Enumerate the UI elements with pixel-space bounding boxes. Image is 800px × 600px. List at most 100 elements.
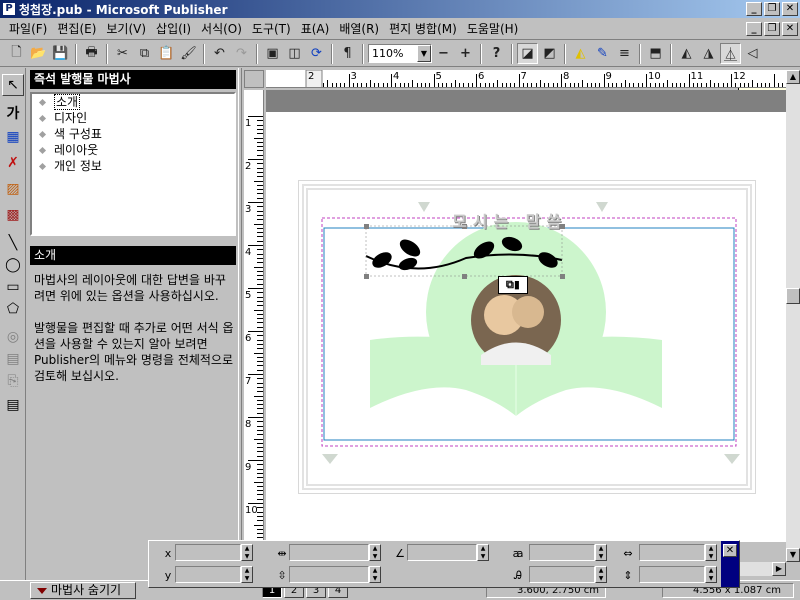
menu-view[interactable]: 보기(V)	[101, 20, 151, 37]
special-characters-icon[interactable]: ¶	[337, 43, 358, 64]
menu-edit[interactable]: 편집(E)	[52, 20, 101, 37]
undo-icon[interactable]: ↶	[209, 43, 230, 64]
wizard-step-design[interactable]: 디자인	[32, 110, 234, 126]
ruler-origin[interactable]	[244, 70, 264, 88]
menu-tools[interactable]: 도구(T)	[247, 20, 296, 37]
width-spinner[interactable]: ▲ ▼	[369, 544, 381, 561]
format-painter-icon[interactable]: 🖌	[178, 43, 199, 64]
design-gallery-icon[interactable]: ▤	[2, 394, 24, 416]
wizard-step-intro[interactable]: 소개	[32, 94, 234, 110]
flip-vertical-icon[interactable]: ◁	[742, 43, 763, 64]
wizard-step-color-scheme[interactable]: 색 구성표	[32, 126, 234, 142]
menu-table[interactable]: 표(A)	[296, 20, 335, 37]
close-button[interactable]: ✕	[782, 2, 798, 16]
menu-format[interactable]: 서식(O)	[196, 20, 247, 37]
pointer-tool-icon[interactable]: ↖	[2, 74, 24, 96]
paste-icon[interactable]: 📋	[156, 43, 177, 64]
custom-shapes-icon[interactable]: ⬠	[2, 298, 24, 320]
fill-color-icon[interactable]: ◭	[570, 43, 591, 64]
restore-button[interactable]: ❐	[764, 2, 780, 16]
x-spinner[interactable]: ▲ ▼	[241, 544, 253, 561]
print-icon[interactable]: 🖶	[81, 43, 102, 64]
line-spacing-field[interactable]	[639, 566, 705, 583]
minimize-button[interactable]: _	[746, 2, 762, 16]
char-spacing-spinner[interactable]: ▲ ▼	[595, 544, 607, 561]
menu-arrange[interactable]: 배열(R)	[334, 20, 384, 37]
font-scale-field[interactable]	[529, 566, 595, 583]
text-tool-icon[interactable]: 가	[2, 102, 24, 124]
table-tool-icon[interactable]: ▦	[2, 126, 24, 148]
send-to-back-icon[interactable]: ◫	[284, 43, 305, 64]
rotate-icon[interactable]: ⟳	[306, 43, 327, 64]
line-spacing-spinner[interactable]: ▲ ▼	[705, 566, 717, 583]
help-icon[interactable]: ?	[486, 43, 507, 64]
clipart-tool-icon[interactable]: ▩	[2, 204, 24, 226]
vertical-ruler[interactable]: 1 2 3 4 5 6 7 8 9 10	[244, 90, 264, 542]
ruler-label: 5	[245, 290, 252, 301]
rectangle-tool-icon[interactable]: ▭	[2, 276, 24, 298]
save-icon[interactable]: 💾	[50, 43, 71, 64]
corner-ornament	[596, 202, 608, 212]
redo-icon[interactable]: ↷	[231, 43, 252, 64]
document-workspace[interactable]: 모시는 말씀 ⧉▮	[266, 90, 786, 542]
height-field[interactable]	[289, 566, 369, 583]
horizontal-scrollbar[interactable]: ▶	[740, 562, 786, 576]
menu-help[interactable]: 도움말(H)	[462, 20, 524, 37]
panel-splitter[interactable]	[238, 68, 242, 580]
scroll-right-icon[interactable]: ▶	[772, 562, 786, 576]
frame-icon[interactable]: ◩	[539, 43, 560, 64]
ungroup-button[interactable]: ⧉▮	[498, 276, 528, 294]
scroll-up-icon[interactable]: ▲	[786, 70, 800, 84]
rotate-left-icon[interactable]: ◭	[676, 43, 697, 64]
y-position-field[interactable]	[175, 566, 241, 583]
bring-to-front-icon[interactable]: ▣	[262, 43, 283, 64]
x-position-field[interactable]	[175, 544, 241, 561]
form-control-icon[interactable]: ◎	[2, 326, 24, 348]
y-spinner[interactable]: ▲ ▼	[241, 566, 253, 583]
zoom-in-icon[interactable]: +	[455, 43, 476, 64]
line-color-icon[interactable]: ✎	[592, 43, 613, 64]
menu-mail-merge[interactable]: 편지 병합(M)	[384, 20, 462, 37]
rotation-field[interactable]	[407, 544, 477, 561]
horizontal-ruler[interactable]: 2 3 4 5 6 7 8 9 10 11 12	[266, 70, 786, 88]
flip-horizontal-icon[interactable]: ⏅	[720, 43, 741, 64]
rotation-spinner[interactable]: ▲ ▼	[477, 544, 489, 561]
menu-file[interactable]: 파일(F)	[4, 20, 52, 37]
shadow-icon[interactable]: ◪	[517, 43, 538, 64]
doc-restore-button[interactable]: ❐	[764, 21, 780, 36]
zoom-select[interactable]: 110% ▼	[368, 44, 432, 63]
cut-icon[interactable]: ✂	[112, 43, 133, 64]
menu-insert[interactable]: 삽입(I)	[151, 20, 196, 37]
line-tool-icon[interactable]: ╲	[2, 232, 24, 254]
rotate-right-icon[interactable]: ◮	[698, 43, 719, 64]
doc-minimize-button[interactable]: _	[746, 21, 762, 36]
wordart-tool-icon[interactable]: ✗	[2, 152, 24, 174]
oval-tool-icon[interactable]: ◯	[2, 254, 24, 276]
hide-wizard-button[interactable]: 마법사 숨기기	[30, 582, 136, 599]
wizard-step-personal-info[interactable]: 개인 정보	[32, 158, 234, 174]
wizard-step-layout[interactable]: 레이아웃	[32, 142, 234, 158]
scroll-thumb[interactable]	[786, 288, 800, 304]
char-spacing-field[interactable]	[529, 544, 595, 561]
copy-icon[interactable]: ⧉	[134, 43, 155, 64]
line-style-icon[interactable]: ≡	[614, 43, 635, 64]
zoom-out-icon[interactable]: −	[433, 43, 454, 64]
scroll-down-icon[interactable]: ▼	[786, 548, 800, 562]
doc-close-button[interactable]: ✕	[782, 21, 798, 36]
picture-tool-icon[interactable]: ▨	[2, 178, 24, 200]
kerning-field[interactable]	[639, 544, 705, 561]
new-icon[interactable]: 🗋	[6, 43, 27, 64]
hotspot-icon[interactable]: ⎘	[2, 370, 24, 392]
picture-properties-icon[interactable]: ⬒	[645, 43, 666, 64]
publisher-icon[interactable]: P	[2, 2, 16, 16]
html-code-icon[interactable]: ▤	[2, 348, 24, 370]
kerning-spinner[interactable]: ▲ ▼	[705, 544, 717, 561]
chevron-down-icon[interactable]: ▼	[417, 45, 431, 62]
open-icon[interactable]: 📂	[28, 43, 49, 64]
font-scale-spinner[interactable]: ▲ ▼	[595, 566, 607, 583]
close-icon[interactable]: ✕	[723, 544, 737, 557]
width-field[interactable]	[289, 544, 369, 561]
vertical-scrollbar[interactable]: ▲ ▼	[786, 70, 800, 562]
height-spinner[interactable]: ▲ ▼	[369, 566, 381, 583]
invitation-heading[interactable]: 모시는 말씀	[452, 208, 567, 232]
